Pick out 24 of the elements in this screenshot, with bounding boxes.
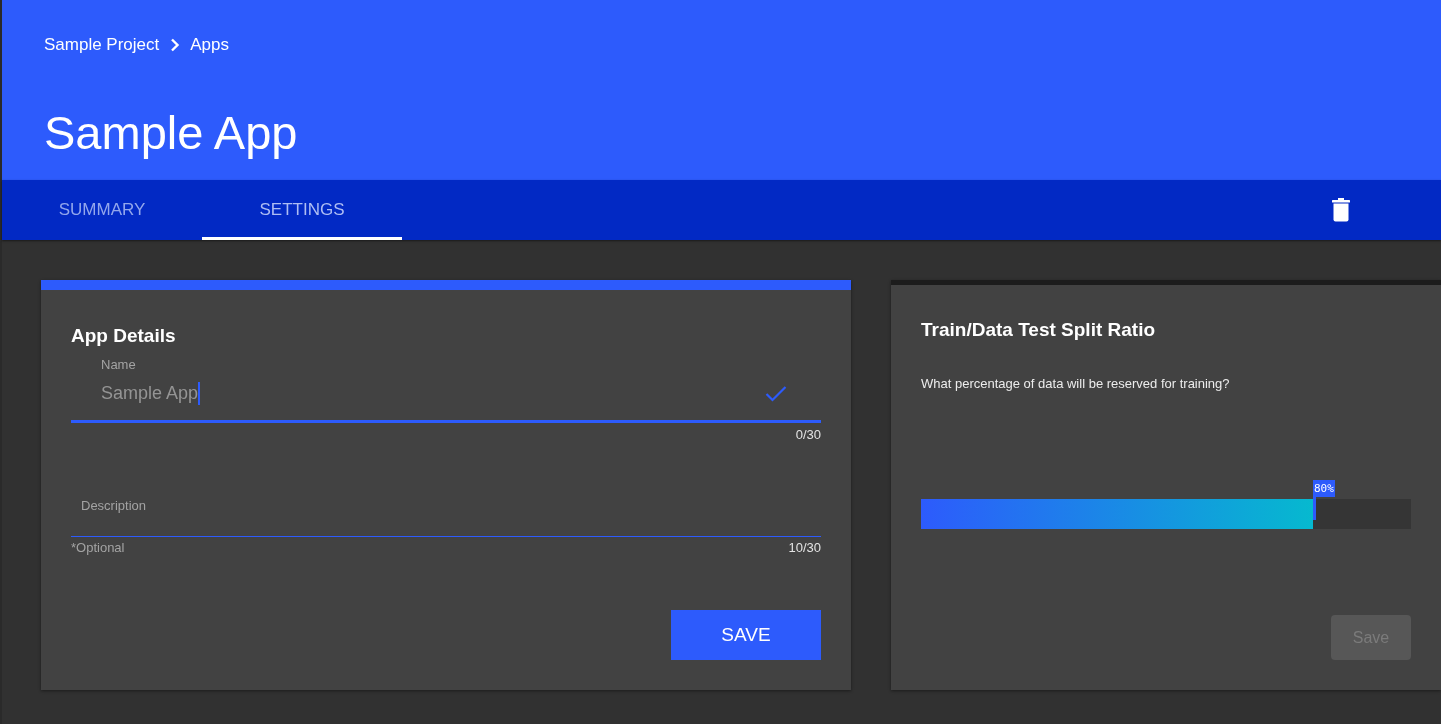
save-button[interactable]: SAVE <box>671 610 821 660</box>
slider[interactable]: 80% <box>921 480 1411 529</box>
page-title: Sample App <box>44 105 298 161</box>
slider-value-label: 80% <box>1313 480 1335 497</box>
character-counter: 0/30 <box>795 427 821 443</box>
slider-thumb[interactable] <box>1313 497 1316 520</box>
slider-track[interactable] <box>921 499 1411 529</box>
hint-text: *Optional <box>71 540 125 556</box>
character-counter: 10/30 <box>788 540 821 556</box>
card-title: App Details <box>71 324 176 348</box>
breadcrumb-link[interactable]: Apps <box>190 35 230 55</box>
field-value: Sample App <box>101 382 199 405</box>
tab[interactable]: SETTINGS <box>202 180 402 240</box>
text-input-field[interactable]: Name Sample App <box>71 357 821 423</box>
tab[interactable]: SUMMARY <box>2 180 202 240</box>
field-label: Name <box>101 357 136 373</box>
question-text: What percentage of data will be reserved for training? <box>921 376 1230 392</box>
chevron-icon <box>170 38 181 52</box>
breadcrumb-link[interactable]: Sample Project <box>44 35 160 55</box>
text-cursor-icon <box>198 381 200 405</box>
card-title: Train/Data Test Split Ratio <box>921 318 1156 342</box>
field-label: Description <box>81 498 147 514</box>
trash-icon <box>1332 198 1350 222</box>
text-area-field[interactable]: Description <box>71 498 821 537</box>
